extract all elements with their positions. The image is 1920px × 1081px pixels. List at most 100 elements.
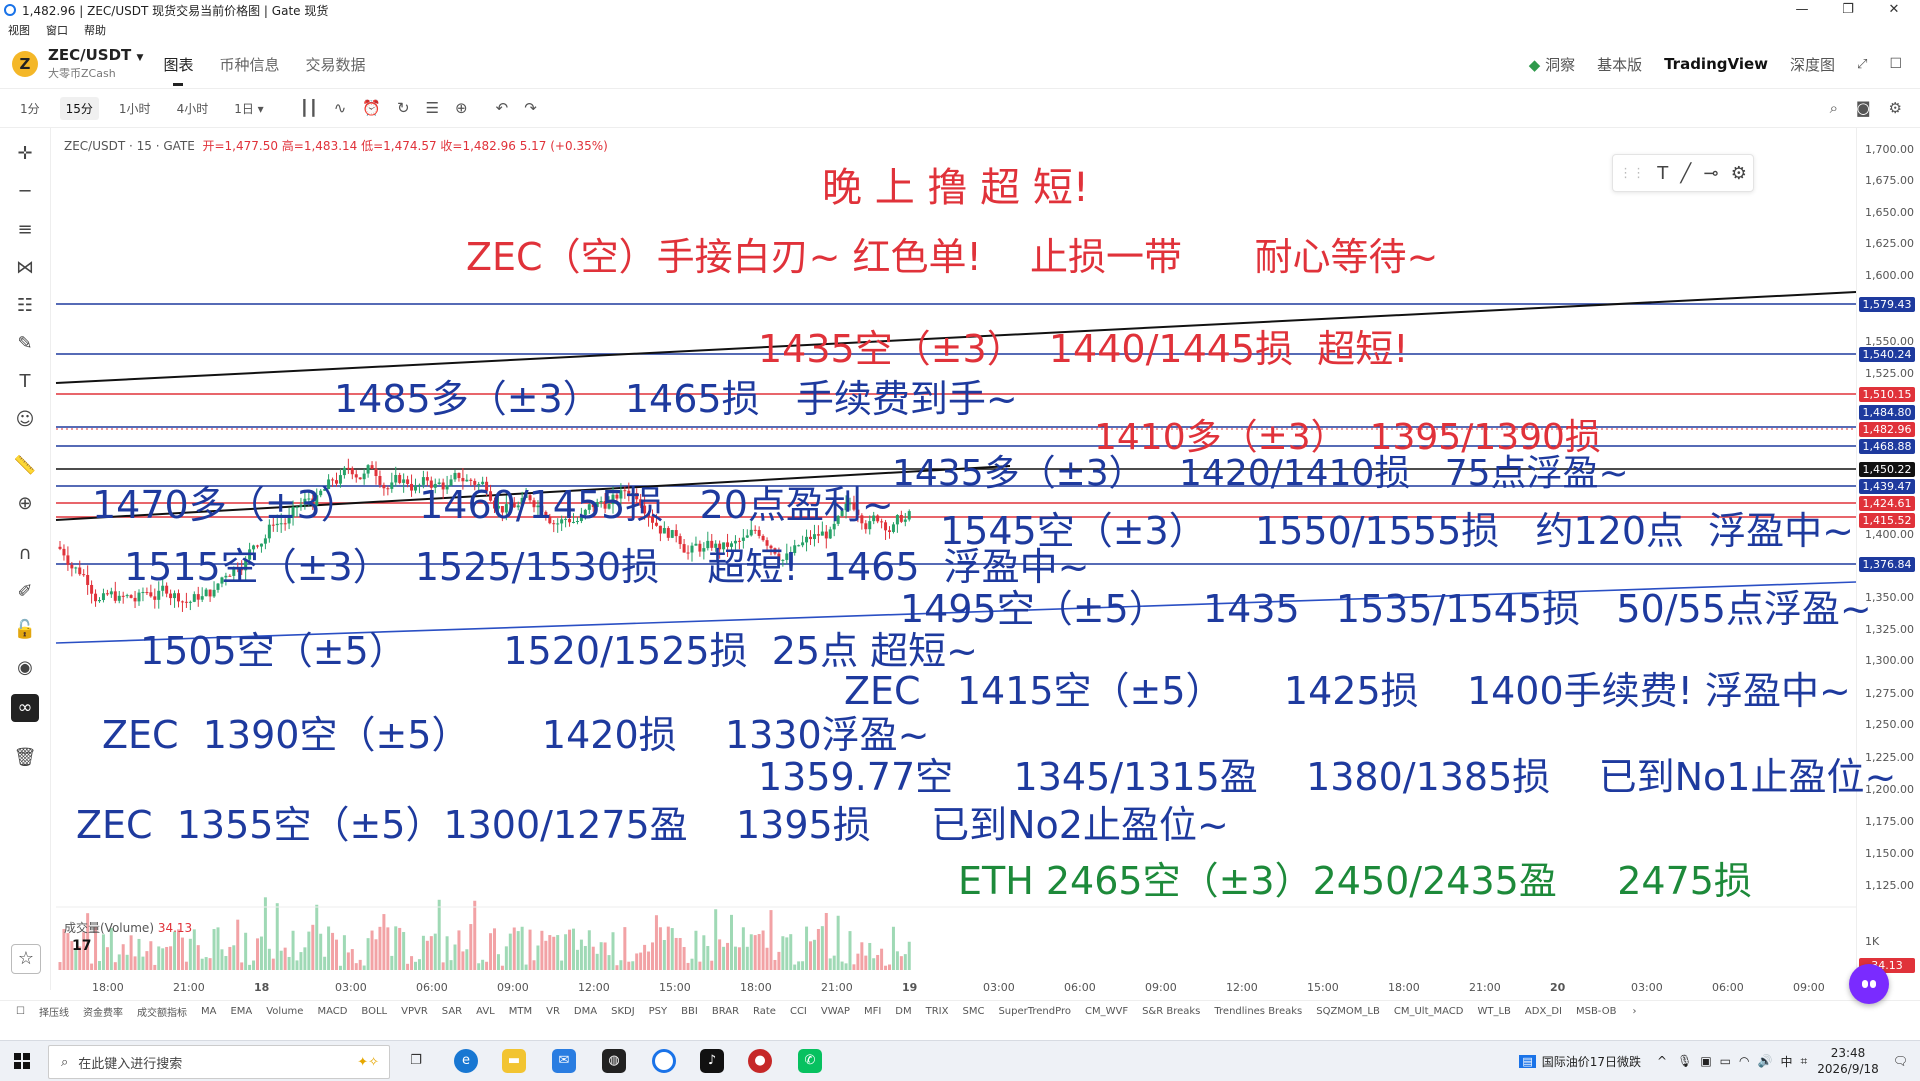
indicator-chip[interactable]: MSB-OB bbox=[1576, 1006, 1616, 1017]
chart-text-annotation[interactable]: 1410多（±3） 1395/1390损 bbox=[1094, 420, 1601, 456]
indicator-chip[interactable]: 资金费率 bbox=[83, 1004, 123, 1019]
gate-app-icon[interactable] bbox=[652, 1049, 676, 1073]
indicator-chip[interactable]: BOLL bbox=[361, 1006, 387, 1017]
settings-tool-icon[interactable]: ⚙ bbox=[1731, 163, 1747, 184]
indicator-chip[interactable]: MACD bbox=[317, 1006, 347, 1017]
volume-bar bbox=[623, 927, 627, 970]
wifi-icon[interactable]: ◠ bbox=[1739, 1054, 1749, 1068]
indicator-chip[interactable]: MFI bbox=[864, 1006, 881, 1017]
volume-bar bbox=[465, 949, 469, 970]
indicator-chip[interactable]: CM_WVF bbox=[1085, 1006, 1128, 1017]
chart-text-annotation[interactable]: ETH 2465空（±3）2450/2435盈 2475损 bbox=[958, 862, 1752, 900]
text-tool-icon[interactable]: T bbox=[1657, 163, 1668, 184]
candle-body bbox=[733, 540, 737, 544]
chart-text-annotation[interactable]: 1435空（±3） 1440/1445损 超短! bbox=[758, 330, 1409, 368]
hline-tool-icon[interactable]: ⊸ bbox=[1703, 163, 1718, 184]
chart-text-annotation[interactable]: 1505空（±5） 1520/1525损 25点 超短~ bbox=[140, 632, 978, 670]
indicator-chip[interactable]: VR bbox=[546, 1006, 560, 1017]
ime-mode-icon[interactable]: ⌗ bbox=[1800, 1054, 1807, 1069]
volume-bar bbox=[769, 910, 773, 970]
display-icon[interactable]: ▣ bbox=[1700, 1054, 1711, 1068]
indicator-chip[interactable]: SAR bbox=[442, 1006, 462, 1017]
indicator-chip[interactable]: 成交额指标 bbox=[137, 1004, 187, 1019]
volume-bar bbox=[516, 931, 520, 970]
chart-text-annotation[interactable]: 1495空（±5） 1435 1535/1545损 50/55点浮盈~ bbox=[900, 590, 1872, 628]
volume-bar bbox=[437, 899, 441, 970]
indicator-chip[interactable]: DM bbox=[895, 1006, 911, 1017]
chart-text-annotation[interactable]: 1359.77空 1345/1315盈 1380/1385损 已到No1止盈位~ bbox=[758, 758, 1896, 796]
indicator-chip[interactable]: PSY bbox=[649, 1006, 668, 1017]
volume-icon[interactable]: 🔊 bbox=[1758, 1054, 1773, 1068]
volume-bar bbox=[354, 963, 358, 970]
indicator-chip[interactable]: S&R Breaks bbox=[1142, 1006, 1200, 1017]
indicator-chip[interactable]: AVL bbox=[476, 1006, 495, 1017]
volume-bar bbox=[331, 932, 335, 970]
volume-bar bbox=[749, 934, 753, 970]
wechat-work-icon[interactable]: ◍ bbox=[602, 1049, 626, 1073]
file-explorer-icon[interactable]: ▬ bbox=[502, 1049, 526, 1073]
assistant-bot-button[interactable] bbox=[1849, 964, 1889, 1004]
chart-text-annotation[interactable]: 1485多（±3） 1465损 手续费到手~ bbox=[334, 380, 1018, 418]
chart-text-annotation[interactable]: ZEC 1415空（±5） 1425损 1400手续费! 浮盈中~ bbox=[844, 672, 1851, 710]
edge-icon[interactable]: e bbox=[454, 1049, 478, 1073]
indicator-chip[interactable]: MTM bbox=[509, 1006, 532, 1017]
tray-chevron-icon[interactable]: ^ bbox=[1657, 1054, 1667, 1068]
indicator-chip[interactable]: ADX_DI bbox=[1525, 1006, 1562, 1017]
wechat-icon[interactable]: ✆ bbox=[798, 1049, 822, 1073]
candle-body bbox=[670, 530, 674, 538]
indicator-more-icon[interactable]: › bbox=[1632, 1006, 1636, 1017]
indicator-chip[interactable]: CM_Ult_MACD bbox=[1394, 1006, 1464, 1017]
indicator-chip[interactable]: Volume bbox=[266, 1006, 303, 1017]
windows-start-icon[interactable] bbox=[14, 1053, 30, 1069]
indicator-chip[interactable]: TRIX bbox=[926, 1006, 949, 1017]
indicator-chip[interactable]: BBI bbox=[681, 1006, 698, 1017]
indicator-chip[interactable]: SKDJ bbox=[611, 1006, 635, 1017]
task-view-icon[interactable]: ❐ bbox=[404, 1049, 428, 1073]
line-tool-icon[interactable]: ╱ bbox=[1680, 163, 1691, 184]
mic-icon[interactable]: 🎙 bbox=[1677, 1054, 1692, 1068]
indicator-chip[interactable]: SQZMOM_LB bbox=[1316, 1006, 1380, 1017]
network-icon[interactable]: ▭ bbox=[1720, 1054, 1731, 1068]
volume-bar bbox=[267, 948, 271, 970]
chart-text-annotation[interactable]: ZEC 1390空（±5） 1420损 1330浮盈~ bbox=[102, 716, 930, 754]
indicator-chip[interactable]: MA bbox=[201, 1006, 216, 1017]
volume-bar bbox=[504, 946, 508, 970]
indicator-chip[interactable]: WT_LB bbox=[1477, 1006, 1510, 1017]
app-icon-red[interactable]: ● bbox=[748, 1049, 772, 1073]
chart-text-annotation[interactable]: ZEC 1355空（±5）1300/1275盈 1395损 已到No2止盈位~ bbox=[76, 806, 1229, 844]
candle-body bbox=[157, 590, 161, 600]
chart-text-annotation[interactable]: 1515空（±3） 1525/1530损 超短! 1465 浮盈中~ bbox=[124, 548, 1090, 586]
indicator-chip[interactable]: VPVR bbox=[401, 1006, 428, 1017]
indicator-menu-icon[interactable]: ☐ bbox=[16, 1006, 25, 1017]
volume-bar bbox=[864, 955, 868, 970]
taskbar-search[interactable]: ⌕ 在此键入进行搜索 ✦✧ bbox=[48, 1045, 390, 1079]
indicator-chip[interactable]: VWAP bbox=[821, 1006, 850, 1017]
indicator-chip[interactable]: SMC bbox=[962, 1006, 984, 1017]
indicator-chip[interactable]: SuperTrendPro bbox=[998, 1006, 1071, 1017]
indicator-chip[interactable]: EMA bbox=[230, 1006, 252, 1017]
notification-icon[interactable]: 🗨 bbox=[1893, 1054, 1908, 1068]
chart-text-annotation[interactable]: 1435多（±3） 1420/1410损 75点浮盈~ bbox=[892, 456, 1629, 492]
indicator-chip[interactable]: CCI bbox=[790, 1006, 807, 1017]
drag-handle-icon[interactable]: ⋮⋮ bbox=[1619, 166, 1645, 181]
candle-body bbox=[263, 538, 267, 544]
chart-text-annotation[interactable]: 晚 上 撸 超 短! bbox=[822, 168, 1089, 208]
volume-bar bbox=[374, 939, 378, 970]
ime-indicator[interactable]: 中 bbox=[1780, 1053, 1792, 1070]
chart-text-annotation[interactable]: 1470多（±3） 1460/1455损 20点盈利~ bbox=[92, 486, 894, 524]
indicator-chip[interactable]: 择压线 bbox=[39, 1004, 69, 1019]
tiktok-icon[interactable]: ♪ bbox=[700, 1049, 724, 1073]
candle-body bbox=[86, 574, 90, 585]
taskbar-clock[interactable]: 23:48 2026/9/18 bbox=[1817, 1045, 1879, 1077]
indicator-chip[interactable]: Rate bbox=[753, 1006, 776, 1017]
time-tick: 12:00 bbox=[1226, 981, 1258, 994]
indicator-chip[interactable]: BRAR bbox=[712, 1006, 739, 1017]
price-axis[interactable]: 1,700.00 1,675.00 1,650.00 1,625.00 1,600.00… bbox=[1856, 128, 1920, 990]
news-ticker[interactable]: 国际油价17日微跌 bbox=[1542, 1053, 1641, 1070]
chart-text-annotation[interactable]: ZEC（空）手接白刃~ 红色单! 止损一带 耐心等待~ bbox=[466, 238, 1438, 276]
volume-bar bbox=[860, 942, 864, 970]
mail-icon[interactable]: ✉ bbox=[552, 1049, 576, 1073]
indicator-chip[interactable]: DMA bbox=[574, 1006, 597, 1017]
volume-bar bbox=[406, 963, 410, 970]
indicator-chip[interactable]: Trendlines Breaks bbox=[1214, 1006, 1302, 1017]
